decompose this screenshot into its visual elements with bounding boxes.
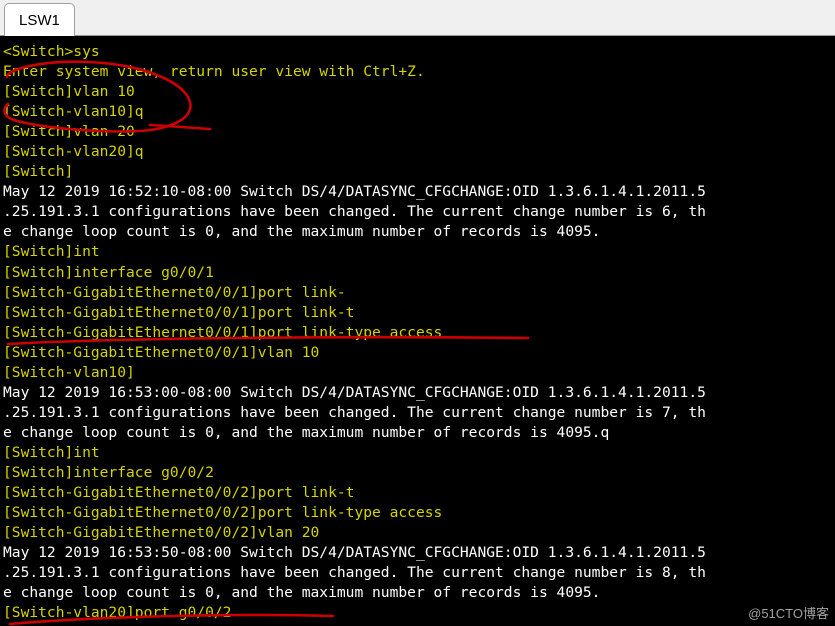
terminal-line: e change loop count is 0, and the maximu… <box>3 423 610 441</box>
terminal-line: [Switch]interface g0/0/2 <box>3 463 214 481</box>
terminal-line: e change loop count is 0, and the maximu… <box>3 584 601 602</box>
terminal-line: May 12 2019 16:52:10-08:00 Switch DS/4/D… <box>3 183 706 201</box>
terminal-line: May 12 2019 16:53:50-08:00 Switch DS/4/D… <box>3 544 706 562</box>
terminal-line: [Switch]int <box>3 243 100 261</box>
tab-bar: LSW1 <box>0 0 835 36</box>
terminal-line: [Switch-GigabitEthernet0/0/1]vlan 10 <box>3 343 320 361</box>
terminal-line: [Switch-GigabitEthernet0/0/1]port link-t <box>3 303 355 321</box>
terminal-line: .25.191.3.1 configurations have been cha… <box>3 403 706 421</box>
emulator-window: LSW1 <Switch>sys Enter system view, retur… <box>0 0 835 626</box>
watermark: @51CTO博客 <box>748 606 829 621</box>
terminal-line: [Switch-GigabitEthernet0/0/2]port link-t… <box>3 504 443 522</box>
tab-lsw1[interactable]: LSW1 <box>4 3 75 36</box>
terminal-line: .25.191.3.1 configurations have been cha… <box>3 203 706 221</box>
terminal-line: [Switch-vlan10]q <box>3 103 144 121</box>
terminal-line: [Switch-vlan20]port g0/0/2 <box>3 604 232 622</box>
terminal-line: [Switch]vlan 10 <box>3 83 135 101</box>
terminal-line: [Switch-GigabitEthernet0/0/2]vlan 20 <box>3 524 320 542</box>
terminal-line: <Switch>sys <box>3 43 100 60</box>
terminal-line: [Switch-vlan10] <box>3 363 135 381</box>
terminal-line: [Switch]vlan 20 <box>3 123 135 141</box>
terminal-line: [Switch-GigabitEthernet0/0/1]port link- <box>3 283 346 301</box>
tab-label: LSW1 <box>19 11 60 29</box>
terminal-line: [Switch]interface g0/0/1 <box>3 263 214 281</box>
terminal-line: [Switch-vlan20]q <box>3 143 144 161</box>
terminal-line: [Switch] <box>3 163 74 181</box>
terminal-line: May 12 2019 16:53:00-08:00 Switch DS/4/D… <box>3 383 706 401</box>
terminal-line: Enter system view, return user view with… <box>3 63 425 81</box>
terminal-line: .25.191.3.1 configurations have been cha… <box>3 564 706 582</box>
terminal-line: e change loop count is 0, and the maximu… <box>3 223 601 241</box>
terminal-output[interactable]: <Switch>sys Enter system view, return use… <box>0 36 835 626</box>
terminal-line: [Switch]int <box>3 443 100 461</box>
terminal-line: [Switch-GigabitEthernet0/0/1]port link-t… <box>3 323 443 341</box>
terminal-line: [Switch-GigabitEthernet0/0/2]port link-t <box>3 484 355 502</box>
